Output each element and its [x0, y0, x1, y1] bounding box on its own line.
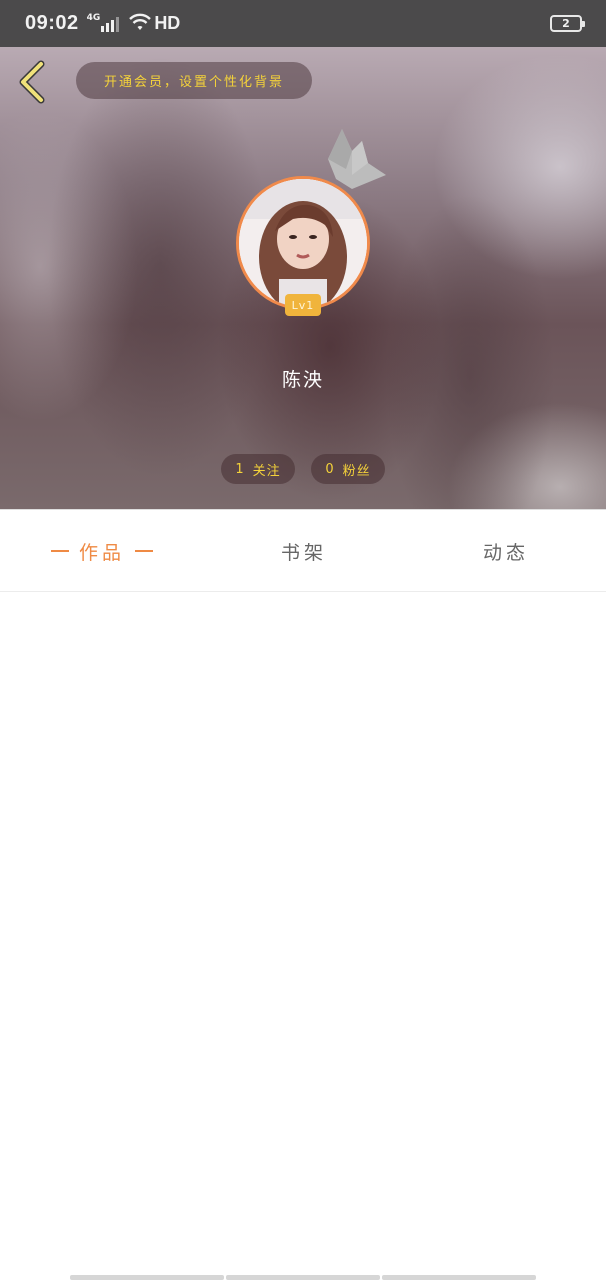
username: 陈泱	[281, 369, 324, 391]
tab-works[interactable]: 作品	[40, 510, 164, 592]
profile-header: 开通会员，设置个性化背景 Lv1 陈泱 1 关注 0 粉丝	[0, 47, 606, 509]
vip-upgrade-banner[interactable]: 开通会员，设置个性化背景	[76, 62, 312, 99]
status-bar: 09:02 4G HD 2	[0, 0, 606, 47]
fans-count: 0	[325, 461, 335, 477]
tab-works-label: 作品	[78, 541, 125, 564]
battery-level: 2	[562, 17, 570, 30]
profile-tabs: 作品 书架 动态	[0, 509, 606, 592]
network-type: 4G	[86, 12, 101, 23]
works-content-area	[0, 592, 606, 1262]
following-button[interactable]: 1 关注	[221, 454, 295, 484]
hd-indicator: HD	[154, 13, 181, 33]
following-count: 1	[235, 461, 245, 477]
level-badge: Lv1	[285, 294, 321, 316]
tab-indicator-right	[135, 550, 153, 552]
wifi-icon	[128, 12, 152, 36]
status-time: 09:02	[25, 12, 79, 34]
cell-signal: 4G	[86, 12, 120, 32]
chevron-left-icon	[19, 60, 45, 104]
fans-label: 粉丝	[342, 463, 371, 479]
avatar[interactable]	[236, 176, 370, 310]
signal-bars-icon	[101, 16, 120, 32]
battery-icon: 2	[550, 15, 585, 32]
fans-button[interactable]: 0 粉丝	[311, 454, 385, 484]
tab-bookshelf[interactable]: 书架	[260, 510, 348, 592]
profile-stats: 1 关注 0 粉丝	[0, 454, 606, 484]
tab-activity-label: 动态	[482, 541, 529, 564]
navigation-gesture-bar	[70, 1275, 536, 1280]
following-label: 关注	[252, 463, 281, 479]
back-button[interactable]	[14, 59, 50, 105]
vip-banner-text: 开通会员，设置个性化背景	[103, 75, 284, 90]
tab-indicator-left	[50, 550, 69, 552]
tab-bookshelf-label: 书架	[280, 541, 327, 564]
avatar-image	[239, 179, 367, 307]
tab-activity[interactable]: 动态	[462, 510, 550, 592]
level-text: Lv1	[291, 298, 315, 312]
